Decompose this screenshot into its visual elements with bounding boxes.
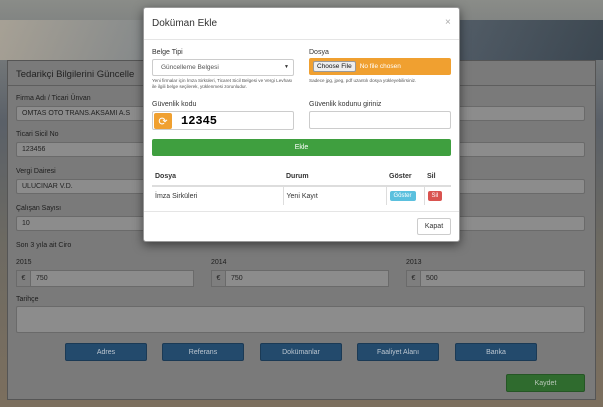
table-header-row: Dosya Durum Göster Sil xyxy=(152,167,451,187)
add-document-modal: Doküman Ekle × Belge Tipi Güncelleme Bel… xyxy=(143,7,460,242)
header-delete: Sil xyxy=(424,167,451,187)
file-help: Sadece jpg, jpeg, pdf uzantılı dosya yük… xyxy=(309,78,417,83)
header-status: Durum xyxy=(283,167,386,187)
file-input[interactable]: Choose File No file chosen xyxy=(309,58,451,75)
tax-office-label: Vergi Dairesi xyxy=(16,168,56,175)
security-code-box: ⟳ 12345 xyxy=(152,111,294,130)
table-row: İmza Sirküleri Yeni Kayıt Göster Sil xyxy=(152,185,451,205)
currency-addon: € xyxy=(406,270,421,287)
cell-delete: Sil xyxy=(423,185,451,205)
chevron-down-icon: ▼ xyxy=(284,64,289,70)
page-title: Tedarikçi Bilgilerini Güncelle xyxy=(16,69,135,80)
revenue-label: Son 3 yıla ait Ciro xyxy=(16,242,72,249)
header-show: Göster xyxy=(386,167,424,187)
security-input-label: Güvenlik kodunu giriniz xyxy=(309,101,382,108)
security-code-label: Güvenlik kodu xyxy=(152,101,197,108)
doc-type-select[interactable]: Güncelleme Belgesi ▼ xyxy=(152,59,294,76)
security-code-input[interactable] xyxy=(309,111,451,129)
save-button[interactable]: Kaydet xyxy=(506,374,585,392)
cell-status: Yeni Kayıt xyxy=(282,185,386,205)
tab-references[interactable]: Referans xyxy=(162,343,244,361)
documents-table: Dosya Durum Göster Sil İmza Sirküleri Ye… xyxy=(152,167,451,205)
revenue-2013-input[interactable]: 500 xyxy=(421,270,585,287)
tab-activity-area[interactable]: Faaliyet Alanı xyxy=(357,343,439,361)
revenue-2013-field[interactable]: € 500 xyxy=(406,270,585,287)
currency-addon: € xyxy=(211,270,226,287)
show-button[interactable]: Göster xyxy=(389,191,416,201)
modal-header: Doküman Ekle × xyxy=(144,8,459,40)
doc-type-label: Belge Tipi xyxy=(152,49,183,56)
close-icon[interactable]: × xyxy=(445,17,451,28)
cell-show: Göster xyxy=(385,185,424,205)
delete-button[interactable]: Sil xyxy=(427,191,443,201)
modal-title: Doküman Ekle xyxy=(152,18,218,29)
history-textarea[interactable] xyxy=(16,306,585,333)
doc-type-help: Yeni firmalar için İmza Sirküleri, Ticar… xyxy=(152,78,293,89)
year-2015-label: 2015 xyxy=(16,259,32,266)
close-button[interactable]: Kapat xyxy=(417,218,451,235)
tab-address[interactable]: Adres xyxy=(65,343,147,361)
revenue-2015-field[interactable]: € 750 xyxy=(16,270,194,287)
choose-file-button[interactable]: Choose File xyxy=(313,61,356,72)
header-file: Dosya xyxy=(152,167,283,187)
company-label: Firma Adı / Ticari Ünvan xyxy=(16,95,91,102)
tab-bank[interactable]: Banka xyxy=(455,343,537,361)
revenue-2014-field[interactable]: € 750 xyxy=(211,270,389,287)
tab-documents[interactable]: Dokümanlar xyxy=(260,343,342,361)
employees-label: Çalışan Sayısı xyxy=(16,205,62,212)
revenue-2014-input[interactable]: 750 xyxy=(226,270,389,287)
cell-file: İmza Sirküleri xyxy=(152,185,283,205)
add-button[interactable]: Ekle xyxy=(152,139,451,156)
history-label: Tarihçe xyxy=(16,296,39,303)
currency-addon: € xyxy=(16,270,31,287)
revenue-2015-input[interactable]: 750 xyxy=(31,270,194,287)
refresh-icon[interactable]: ⟳ xyxy=(154,113,172,129)
file-label: Dosya xyxy=(309,49,329,56)
year-2014-label: 2014 xyxy=(211,259,227,266)
file-status: No file chosen xyxy=(359,63,401,70)
doc-type-value: Güncelleme Belgesi xyxy=(161,64,219,71)
year-2013-label: 2013 xyxy=(406,259,422,266)
trade-reg-label: Ticari Sicil No xyxy=(16,131,59,138)
modal-footer-divider xyxy=(144,211,459,212)
security-code: 12345 xyxy=(181,114,218,128)
